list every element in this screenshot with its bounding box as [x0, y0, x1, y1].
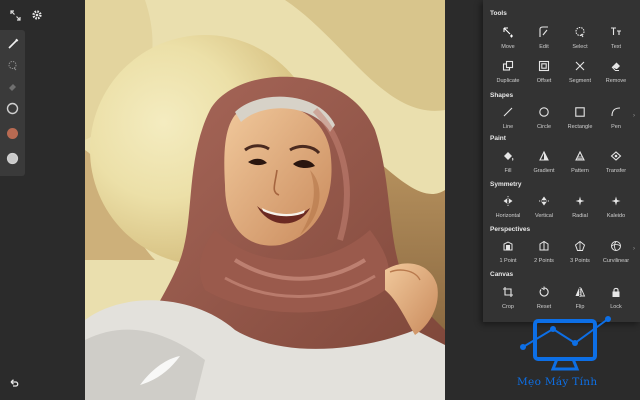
tool-remove[interactable]: Remove: [598, 58, 634, 88]
tool-pattern[interactable]: Pattern: [562, 148, 598, 178]
tool-transfer[interactable]: Transfer: [598, 148, 634, 178]
lasso-select-icon[interactable]: [3, 56, 22, 75]
transfer-icon: [610, 150, 622, 162]
brush-size-icon[interactable]: [3, 99, 22, 118]
pen-icon: [610, 106, 622, 118]
lock-icon: [610, 286, 622, 298]
tool-vertical-symmetry[interactable]: Vertical: [526, 193, 562, 223]
tool-three-points[interactable]: 3 Points: [562, 238, 598, 268]
tool-flip[interactable]: Flip: [562, 284, 598, 314]
tool-text[interactable]: Text: [598, 24, 634, 54]
rectangle-icon: [574, 106, 586, 118]
brush-toolbar: [0, 30, 25, 176]
section-title-canvas: Canvas: [490, 271, 514, 278]
text-icon: [610, 26, 622, 38]
move-icon: [502, 26, 514, 38]
tool-circle[interactable]: Circle: [526, 104, 562, 134]
line-icon: [502, 106, 514, 118]
section-title-paint: Paint: [490, 135, 506, 142]
tool-duplicate[interactable]: Duplicate: [490, 58, 526, 88]
tool-lock[interactable]: Lock: [598, 284, 634, 314]
drawing-canvas[interactable]: [85, 0, 445, 400]
segment-icon: [574, 60, 586, 72]
radial-symmetry-icon: [574, 195, 586, 207]
tool-reset[interactable]: Reset: [526, 284, 562, 314]
one-point-icon: [502, 240, 514, 252]
tool-curvilinear[interactable]: Curvilinear: [598, 238, 634, 268]
tool-horizontal-symmetry[interactable]: Horizontal: [490, 193, 526, 223]
tool-gradient[interactable]: Gradient: [526, 148, 562, 178]
tool-fill[interactable]: Fill: [490, 148, 526, 178]
gradient-icon: [538, 150, 550, 162]
edit-icon: [538, 26, 550, 38]
undo-icon[interactable]: [6, 376, 22, 392]
tool-crop[interactable]: Crop: [490, 284, 526, 314]
vertical-symmetry-icon: [538, 195, 550, 207]
horizontal-symmetry-icon: [502, 195, 514, 207]
tool-select[interactable]: Select: [562, 24, 598, 54]
watermark-text: Mẹo Máy Tính: [517, 376, 598, 388]
color-swatch[interactable]: [3, 124, 22, 143]
tool-kaleido[interactable]: Kaleido: [598, 193, 634, 223]
tool-radial-symmetry[interactable]: Radial: [562, 193, 598, 223]
curvilinear-icon: [610, 240, 622, 252]
section-title-symmetry: Symmetry: [490, 181, 522, 188]
reset-icon: [538, 286, 550, 298]
three-points-icon: [574, 240, 586, 252]
crop-icon: [502, 286, 514, 298]
tool-two-points[interactable]: 2 Points: [526, 238, 562, 268]
kaleido-icon: [610, 195, 622, 207]
shapes-more-icon[interactable]: ›: [633, 113, 635, 119]
two-points-icon: [538, 240, 550, 252]
pattern-icon: [574, 150, 586, 162]
section-title-shapes: Shapes: [490, 92, 514, 99]
brush-icon[interactable]: [3, 34, 22, 53]
section-title-tools: Tools: [490, 10, 507, 17]
flip-icon: [574, 286, 586, 298]
eraser-icon[interactable]: [3, 77, 22, 96]
tool-move[interactable]: Move: [490, 24, 526, 54]
tools-panel: Tools Move Edit Select Text Duplicate Of…: [483, 0, 640, 322]
circle-icon: [538, 106, 550, 118]
tool-pen[interactable]: Pen: [598, 104, 634, 134]
tool-line[interactable]: Line: [490, 104, 526, 134]
tool-offset[interactable]: Offset: [526, 58, 562, 88]
duplicate-icon: [502, 60, 514, 72]
tool-segment[interactable]: Segment: [562, 58, 598, 88]
gear-icon[interactable]: [28, 6, 46, 24]
offset-icon: [538, 60, 550, 72]
tool-edit[interactable]: Edit: [526, 24, 562, 54]
tool-one-point[interactable]: 1 Point: [490, 238, 526, 268]
select-icon: [574, 26, 586, 38]
remove-icon: [610, 60, 622, 72]
fill-icon: [502, 150, 514, 162]
section-title-perspectives: Perspectives: [490, 226, 531, 233]
collapse-arrows-icon[interactable]: [6, 6, 24, 24]
brush-opacity-icon[interactable]: [3, 149, 22, 168]
perspectives-more-icon[interactable]: ›: [633, 246, 635, 252]
tool-rectangle[interactable]: Rectangle: [562, 104, 598, 134]
